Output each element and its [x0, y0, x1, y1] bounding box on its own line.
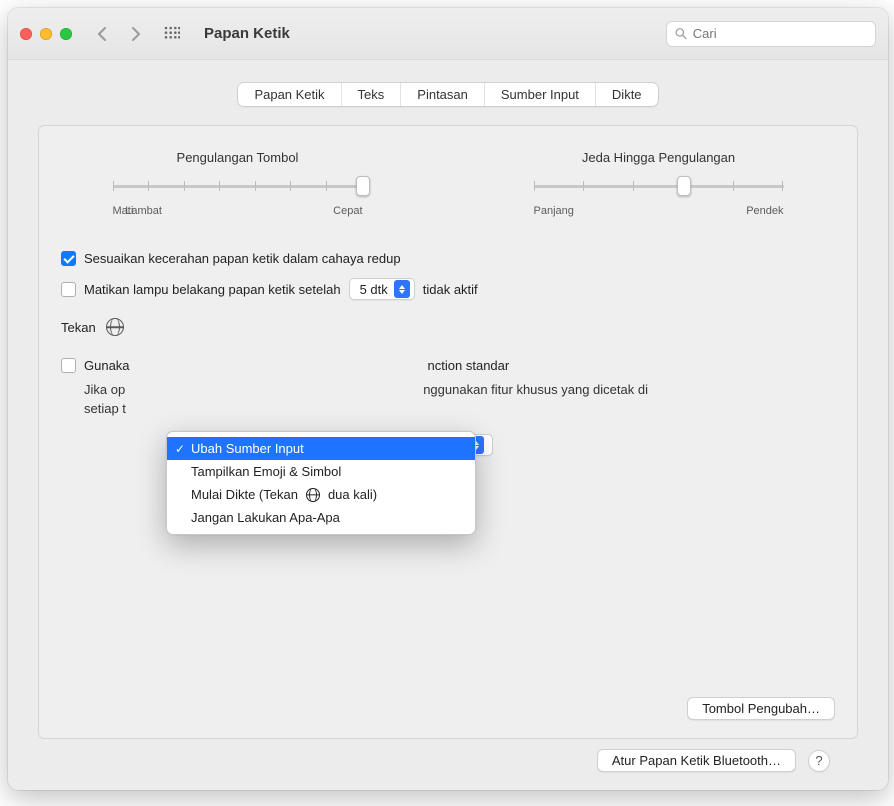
backlight-off-row: Matikan lampu belakang papan ketik setel… — [61, 272, 835, 306]
menu-item-jangan-lakukan[interactable]: Jangan Lakukan Apa-Apa — [167, 506, 475, 529]
adjust-brightness-row: Sesuaikan kecerahan papan ketik dalam ca… — [61, 245, 835, 272]
menu-item-tampilkan-emoji[interactable]: Tampilkan Emoji & Simbol — [167, 460, 475, 483]
search-icon — [675, 27, 687, 40]
fn-keys-row: Gunaka nction standar — [61, 352, 835, 379]
menu-item-label: Jangan Lakukan Apa-Apa — [191, 510, 340, 525]
menu-item-mulai-dikte[interactable]: Mulai Dikte (Tekan dua kali) — [167, 483, 475, 506]
show-all-button[interactable] — [158, 22, 186, 46]
fn-keys-note: Jika op nggunakan fitur khusus yang dice… — [60, 381, 835, 419]
delay-labels: Panjang Pendek — [534, 205, 784, 217]
globe-icon — [306, 488, 320, 502]
window-title: Papan Ketik — [204, 25, 290, 42]
press-globe-label: Tekan — [61, 320, 96, 335]
delay-left-label: Panjang — [534, 205, 574, 217]
globe-icon — [106, 318, 124, 336]
backlight-off-label-prefix: Matikan lampu belakang papan ketik setel… — [84, 282, 341, 297]
tab-dikte[interactable]: Dikte — [596, 83, 658, 106]
tab-teks[interactable]: Teks — [342, 83, 402, 106]
help-button[interactable]: ? — [808, 750, 830, 772]
key-repeat-slider[interactable] — [113, 175, 363, 197]
fn-note-line2: setiap t — [84, 400, 835, 419]
menu-item-label-suffix: dua kali) — [328, 487, 377, 502]
menu-item-label-prefix: Mulai Dikte (Tekan — [191, 487, 298, 502]
fn-keys-label-start: Gunaka — [84, 358, 130, 373]
tab-sumber-input[interactable]: Sumber Input — [485, 83, 596, 106]
backlight-off-label-suffix: tidak aktif — [423, 282, 478, 297]
key-repeat-labels: Mati Lambat Cepat — [113, 205, 363, 217]
press-globe-menu: ✓ Ubah Sumber Input Tampilkan Emoji & Si… — [166, 431, 476, 535]
key-repeat-right-label: Cepat — [333, 205, 362, 217]
fn-keys-label-end: nction standar — [428, 358, 510, 373]
search-input[interactable] — [693, 26, 867, 41]
maximize-button[interactable] — [60, 28, 72, 40]
tab-pintasan[interactable]: Pintasan — [401, 83, 485, 106]
fn-note-line1-start: Jika op — [84, 381, 125, 400]
delay-slider[interactable] — [534, 175, 784, 197]
sliders-row: Pengulangan Tombol Mati Lambat Cepat — [77, 150, 819, 217]
adjust-brightness-checkbox[interactable] — [61, 251, 76, 266]
fn-keys-checkbox[interactable] — [61, 358, 76, 373]
key-repeat-title: Pengulangan Tombol — [113, 150, 363, 165]
check-icon: ✓ — [175, 442, 185, 456]
window-controls — [20, 28, 72, 40]
bluetooth-keyboard-button[interactable]: Atur Papan Ketik Bluetooth… — [597, 749, 796, 772]
press-globe-row: Tekan — [61, 306, 835, 352]
delay-title: Jeda Hingga Pengulangan — [534, 150, 784, 165]
stepper-icon — [394, 280, 410, 298]
forward-button[interactable] — [124, 23, 148, 45]
footer: Atur Papan Ketik Bluetooth… ? — [38, 739, 858, 790]
menu-item-ubah-sumber-input[interactable]: ✓ Ubah Sumber Input — [167, 437, 475, 460]
fn-note-line1-mid: nggunakan fitur khusus yang dicetak di — [423, 381, 648, 400]
adjust-brightness-label: Sesuaikan kecerahan papan ketik dalam ca… — [84, 251, 401, 266]
menu-item-label: Ubah Sumber Input — [191, 441, 304, 456]
menu-item-label: Tampilkan Emoji & Simbol — [191, 464, 341, 479]
preferences-window: Papan Ketik Papan Ketik Teks Pintasan Su… — [8, 8, 888, 790]
toolbar: Papan Ketik — [8, 8, 888, 60]
close-button[interactable] — [20, 28, 32, 40]
backlight-off-checkbox[interactable] — [61, 282, 76, 297]
delay-right-label: Pendek — [746, 205, 783, 217]
delay-block: Jeda Hingga Pengulangan Panjang Pendek — [534, 150, 784, 217]
content-area: Papan Ketik Teks Pintasan Sumber Input D… — [8, 60, 888, 790]
key-repeat-block: Pengulangan Tombol Mati Lambat Cepat — [113, 150, 363, 217]
modifier-keys-button[interactable]: Tombol Pengubah… — [687, 697, 835, 720]
backlight-duration-value: 5 dtk — [360, 282, 388, 297]
minimize-button[interactable] — [40, 28, 52, 40]
search-field[interactable] — [666, 21, 876, 47]
key-repeat-mid-label: Lambat — [125, 205, 162, 217]
tab-papan-ketik[interactable]: Papan Ketik — [238, 83, 341, 106]
backlight-duration-select[interactable]: 5 dtk — [349, 278, 415, 300]
back-button[interactable] — [90, 23, 114, 45]
tab-bar: Papan Ketik Teks Pintasan Sumber Input D… — [237, 82, 658, 107]
